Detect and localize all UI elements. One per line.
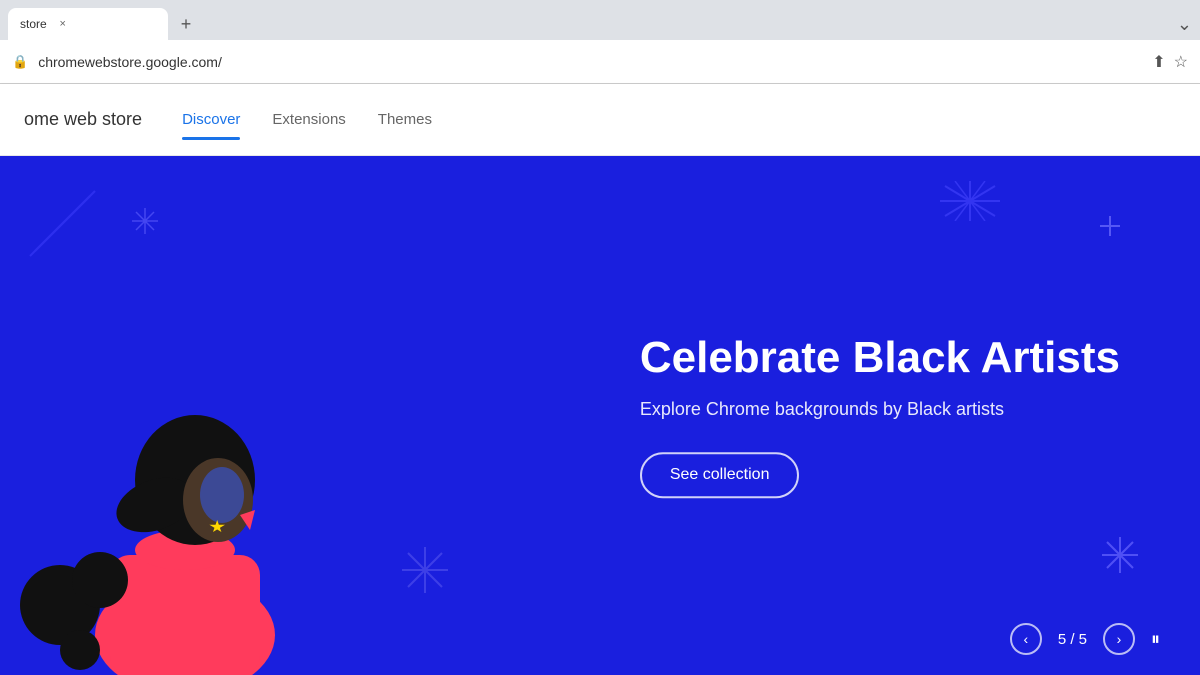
- hero-title: Celebrate Black Artists: [640, 333, 1120, 384]
- tab-discover[interactable]: Discover: [182, 103, 240, 136]
- site-content: ome web store Discover Extensions Themes: [0, 84, 1200, 675]
- pause-button[interactable]: ⏸: [1151, 629, 1160, 650]
- chevron-right-icon: ›: [1117, 631, 1122, 647]
- share-icon[interactable]: ⬆: [1152, 52, 1165, 72]
- site-logo: ome web store: [24, 109, 142, 130]
- deco-star-3: [1100, 535, 1140, 575]
- tab-themes[interactable]: Themes: [378, 103, 432, 136]
- deco-plus-1: [1100, 216, 1120, 236]
- tab-bar: store × + ⌄: [0, 0, 1200, 40]
- person-illustration: [0, 156, 420, 675]
- slide-counter: 5 / 5: [1058, 631, 1087, 648]
- hero-subtitle: Explore Chrome backgrounds by Black arti…: [640, 399, 1120, 420]
- hero-content: Celebrate Black Artists Explore Chrome b…: [640, 333, 1120, 499]
- hero-banner: Celebrate Black Artists Explore Chrome b…: [0, 156, 1200, 675]
- nav-tabs: Discover Extensions Themes: [182, 103, 432, 136]
- active-tab[interactable]: store ×: [8, 8, 168, 40]
- address-bar: 🔒 chromewebstore.google.com/ ⬆ ☆: [0, 40, 1200, 84]
- tab-extensions[interactable]: Extensions: [272, 103, 345, 136]
- deco-top-right: [940, 181, 1000, 221]
- url-display[interactable]: chromewebstore.google.com/: [38, 54, 1142, 70]
- see-collection-button[interactable]: See collection: [640, 452, 800, 498]
- tab-title: store: [20, 17, 47, 31]
- site-nav: ome web store Discover Extensions Themes: [0, 84, 1200, 156]
- lock-icon: 🔒: [12, 54, 28, 70]
- tab-options-button[interactable]: ⌄: [1177, 14, 1192, 35]
- bookmark-icon[interactable]: ☆: [1174, 52, 1188, 72]
- new-tab-button[interactable]: +: [172, 10, 200, 38]
- browser-chrome: store × + ⌄ 🔒 chromewebstore.google.com/…: [0, 0, 1200, 84]
- address-actions: ⬆ ☆: [1152, 52, 1188, 72]
- tab-close-button[interactable]: ×: [55, 16, 71, 32]
- chevron-left-icon: ‹: [1023, 631, 1028, 647]
- prev-slide-button[interactable]: ‹: [1010, 623, 1042, 655]
- next-slide-button[interactable]: ›: [1103, 623, 1135, 655]
- pagination: ‹ 5 / 5 › ⏸: [1010, 623, 1160, 655]
